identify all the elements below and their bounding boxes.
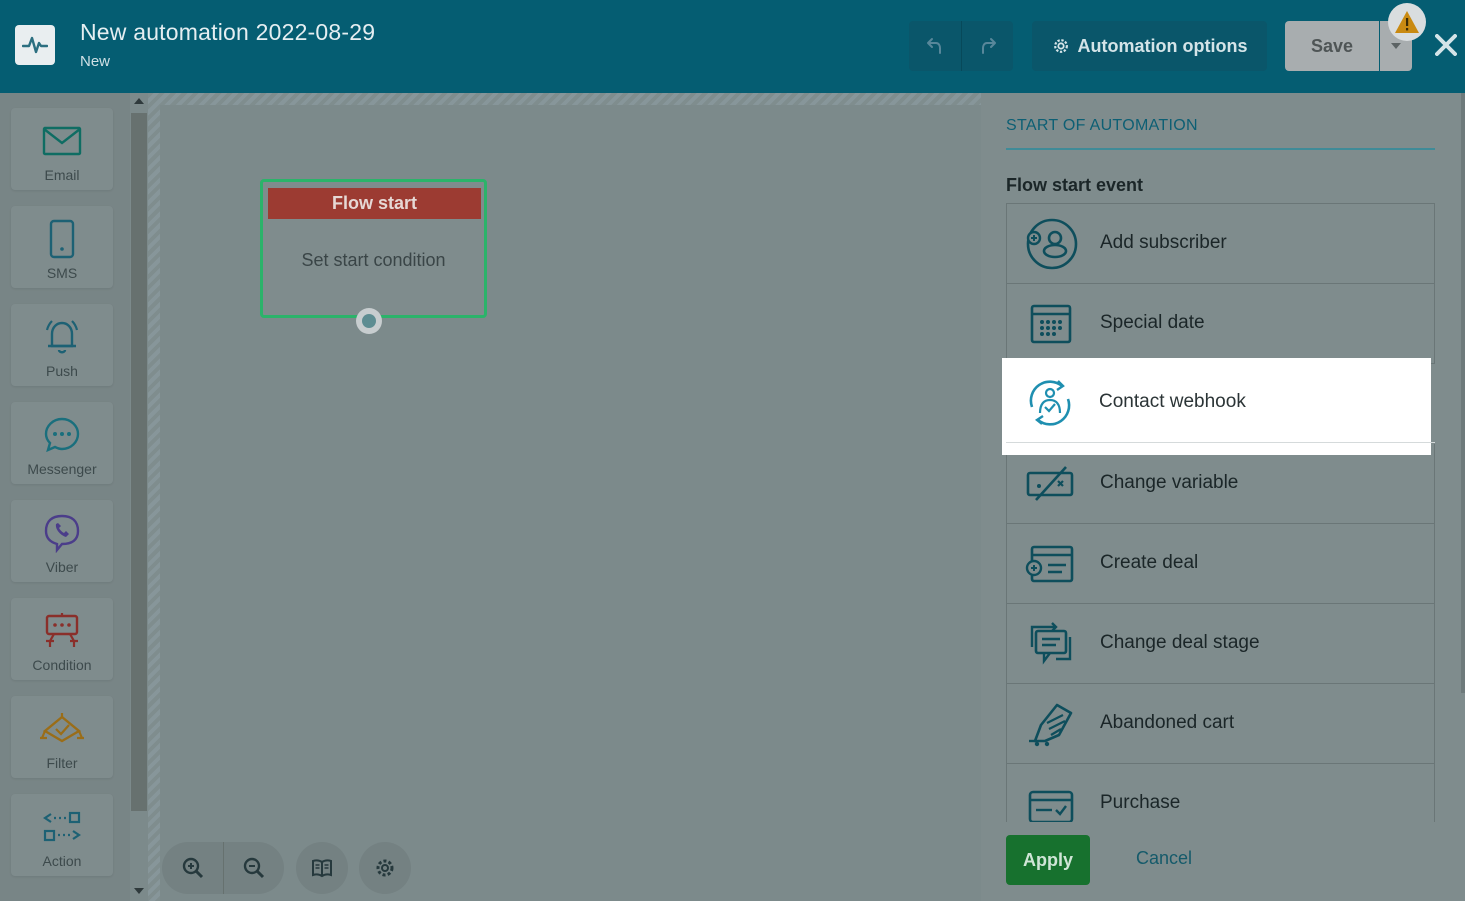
history-controls (909, 21, 1013, 71)
event-option-label: Create deal (1100, 552, 1199, 573)
event-option-special-date[interactable]: Special date (1006, 284, 1435, 364)
event-option-add-subscriber[interactable]: Add subscriber (1006, 204, 1435, 284)
palette-item-push[interactable]: Push (11, 304, 113, 386)
palette-item-label: Messenger (27, 461, 97, 477)
gear-icon (376, 859, 394, 877)
palette-item-messenger[interactable]: Messenger (11, 402, 113, 484)
flow-start-title: Flow start (268, 188, 481, 219)
event-option-label: Change deal stage (1100, 632, 1260, 653)
undo-button[interactable] (909, 21, 961, 71)
book-icon (312, 859, 332, 878)
palette-item-label: SMS (46, 265, 78, 281)
redo-icon (981, 38, 996, 54)
palette-item-viber[interactable]: Viber (11, 500, 113, 582)
palette-item-label: Email (44, 167, 80, 183)
apply-button[interactable]: Apply (1006, 835, 1090, 885)
pulse-icon (22, 36, 48, 54)
change-variable-icon (1026, 466, 1074, 501)
palette-item-sms[interactable]: SMS (11, 206, 113, 288)
automation-options-label: Automation options (1077, 35, 1248, 56)
filter-icon (40, 713, 84, 743)
add-subscriber-icon (1026, 218, 1078, 270)
palette-item-email[interactable]: Email (11, 108, 113, 190)
save-button[interactable]: Save (1285, 21, 1379, 71)
event-option-label: Contact webhook (1099, 391, 1246, 412)
condition-icon (45, 613, 79, 647)
palette-item-action[interactable]: Action (11, 794, 113, 876)
zoom-in-icon (182, 857, 203, 879)
palette-scroll-thumb[interactable] (131, 113, 147, 811)
change-deal-stage-icon (1030, 622, 1072, 665)
event-option-purchase[interactable]: Purchase (1006, 764, 1435, 822)
automation-options-button[interactable]: Automation options (1032, 21, 1267, 71)
scroll-down-arrow[interactable] (134, 888, 144, 894)
zoom-in-button[interactable] (162, 842, 223, 894)
event-option-label: Add subscriber (1100, 232, 1227, 253)
gear-icon (1053, 39, 1068, 53)
purchase-icon (1028, 790, 1074, 822)
event-option-change-deal-stage[interactable]: Change deal stage (1006, 604, 1435, 684)
event-option-change-variable[interactable]: Change variable (1006, 444, 1435, 524)
event-option-abandoned-cart[interactable]: Abandoned cart (1006, 684, 1435, 764)
palette-item-label: Condition (32, 657, 92, 673)
app-logo[interactable] (15, 25, 55, 65)
event-section-label: Flow start event (1006, 175, 1144, 195)
close-button[interactable] (1430, 28, 1462, 62)
canvas-top-edge (148, 93, 981, 105)
event-option-label: Purchase (1100, 792, 1181, 813)
event-option-label: Special date (1100, 312, 1205, 333)
flow-start-node[interactable]: Flow start Set start condition (260, 179, 487, 318)
panel-scrollbar[interactable] (1461, 93, 1465, 693)
mobile-phone-icon (49, 219, 75, 259)
abandoned-cart-icon (1029, 703, 1073, 747)
top-bar: New automation 2022-08-29 New Automation… (0, 0, 1465, 93)
close-icon (1435, 34, 1457, 56)
event-option-label: Change variable (1100, 472, 1239, 493)
action-icon (43, 811, 81, 842)
automation-status: New (80, 53, 111, 70)
warning-badge[interactable] (1388, 3, 1426, 41)
palette-item-condition[interactable]: Condition (11, 598, 113, 680)
guide-button[interactable] (296, 842, 348, 894)
flow-start-condition: Set start condition (301, 250, 446, 270)
element-palette: Email SMS Push Messenger Viber Condition… (0, 93, 130, 901)
palette-item-label: Viber (45, 559, 79, 575)
panel-title: START OF AUTOMATION (1006, 117, 1198, 134)
zoom-controls (162, 842, 284, 894)
viber-icon (44, 514, 80, 553)
bell-icon (45, 320, 79, 354)
palette-item-filter[interactable]: Filter (11, 696, 113, 778)
connector-dot (362, 314, 376, 328)
event-option-label: Abandoned cart (1100, 712, 1235, 733)
canvas-settings-button[interactable] (359, 842, 411, 894)
create-deal-icon (1025, 545, 1074, 583)
palette-item-label: Action (42, 853, 82, 869)
palette-item-label: Push (46, 363, 78, 379)
contact-webhook-icon (1029, 380, 1071, 426)
chat-bubble-icon (44, 417, 80, 453)
canvas-left-edge (148, 93, 160, 901)
caret-down-icon (1391, 43, 1401, 49)
redo-button[interactable] (961, 21, 1013, 71)
zoom-out-button[interactable] (223, 842, 284, 894)
envelope-icon (42, 126, 82, 156)
scroll-up-arrow[interactable] (134, 98, 144, 104)
flow-start-event-list: Add subscriber Special date Change varia… (1006, 203, 1435, 822)
palette-item-label: Filter (46, 755, 78, 771)
flow-output-connector[interactable] (356, 308, 382, 334)
warning-icon (1395, 11, 1419, 33)
event-option-create-deal[interactable]: Create deal (1006, 524, 1435, 604)
calendar-icon (1030, 304, 1072, 344)
panel-title-divider (1006, 148, 1435, 150)
event-option-contact-webhook[interactable]: Contact webhook (1006, 363, 1435, 443)
undo-icon (927, 38, 941, 54)
automation-title[interactable]: New automation 2022-08-29 (80, 19, 375, 46)
zoom-out-icon (243, 857, 265, 879)
cancel-button[interactable]: Cancel (1136, 848, 1192, 869)
